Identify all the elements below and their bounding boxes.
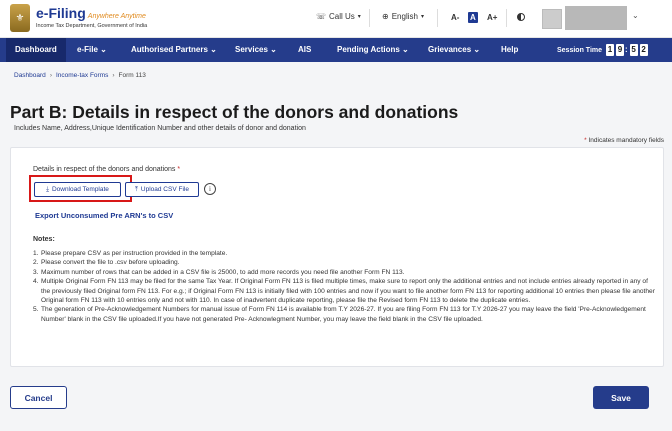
logo-tagline: Anywhere Anytime [87, 13, 146, 21]
breadcrumb-dashboard[interactable]: Dashboard [14, 72, 46, 79]
nav-grievances[interactable]: Grievances ⌄ [428, 38, 480, 62]
breadcrumb-current: Form 113 [118, 72, 146, 79]
language-menu[interactable]: ⊕ English ▾ [382, 12, 424, 21]
list-item: 2. Please convert the file to .csv before… [33, 259, 180, 267]
call-us-label: Call Us [329, 12, 355, 21]
field-label: Details in respect of the donors and don… [33, 166, 181, 173]
nav-services[interactable]: Services ⌄ [235, 38, 277, 62]
upload-csv-button[interactable]: ⤒ Upload CSV File [125, 182, 199, 197]
chevron-down-icon: ▾ [420, 14, 424, 20]
session-digit: 9 [615, 44, 624, 56]
session-digit: 2 [639, 44, 648, 56]
divider [369, 9, 370, 27]
efiling-logo[interactable]: ⚜ e-Filing Anywhere Anytime Income Tax De… [10, 4, 147, 32]
list-item: 3. Maximum number of rows that can be add… [33, 268, 405, 276]
nav-pending-actions[interactable]: Pending Actions ⌄ [337, 38, 409, 62]
session-digit: 5 [629, 44, 638, 56]
save-button[interactable]: Save [593, 386, 649, 409]
emblem-icon: ⚜ [10, 4, 30, 32]
session-label: Session Time [557, 47, 603, 54]
avatar[interactable] [542, 9, 562, 29]
notes-title: Notes: [33, 236, 55, 243]
nav-efile[interactable]: e-File ⌄ [77, 38, 107, 62]
chevron-down-icon: ▾ [357, 14, 361, 20]
page-title: Part B: Details in respect of the donors… [10, 102, 459, 122]
chevron-right-icon: › [112, 72, 115, 79]
call-us-menu[interactable]: ☏ Call Us ▾ [316, 12, 361, 21]
divider [437, 9, 438, 27]
export-pre-arn-link[interactable]: Export Unconsumed Pre ARN's to CSV [35, 211, 173, 220]
nav-dashboard[interactable]: Dashboard [6, 38, 66, 62]
nav-ais[interactable]: AIS [298, 38, 311, 62]
font-decrease-button[interactable]: A- [451, 13, 459, 22]
info-icon[interactable]: i [204, 183, 216, 195]
globe-icon: ⊕ [382, 12, 389, 21]
breadcrumb-income-tax-forms[interactable]: Income-tax Forms [56, 72, 108, 79]
nav-help[interactable]: Help [501, 38, 518, 62]
download-template-button[interactable]: ⤓ Download Template [34, 182, 121, 197]
session-digit: 1 [605, 44, 614, 56]
font-increase-button[interactable]: A+ [487, 13, 497, 22]
nav-authorised-partners[interactable]: Authorised Partners ⌄ [131, 38, 217, 62]
logo-subtitle: Income Tax Department, Government of Ind… [36, 23, 148, 30]
list-item: 1. Please prepare CSV as per instruction … [33, 250, 228, 257]
mandatory-note: * Indicates mandatory fields [584, 137, 664, 144]
divider [506, 9, 507, 27]
download-icon: ⤓ [46, 185, 49, 193]
top-header: ⚜ e-Filing Anywhere Anytime Income Tax De… [0, 0, 672, 38]
logo-main-text: e-Filing [36, 5, 86, 22]
download-template-label: Download Template [51, 186, 109, 193]
upload-icon: ⤒ [135, 185, 138, 193]
list-item: 4. Multiple Original Form FN 113 may be f… [33, 278, 655, 305]
notes-list: 1. Please prepare CSV as per instruction … [33, 249, 657, 324]
chevron-down-icon[interactable]: ⌄ [632, 11, 639, 20]
breadcrumb: Dashboard › Income-tax Forms › Form 113 [14, 72, 146, 79]
font-normal-button[interactable]: A [468, 12, 478, 23]
list-item: 5. The generation of Pre-Acknowledgement … [33, 306, 646, 323]
chevron-right-icon: › [49, 72, 52, 79]
upload-csv-label: Upload CSV File [140, 186, 189, 193]
language-label: English [391, 12, 418, 21]
main-nav: Dashboard e-File ⌄ Authorised Partners ⌄… [0, 38, 672, 62]
page-subtitle: Includes Name, Address,Unique Identifica… [14, 125, 306, 132]
upload-card: Details in respect of the donors and don… [10, 147, 664, 367]
phone-icon: ☏ [316, 12, 327, 21]
cancel-button[interactable]: Cancel [10, 386, 67, 409]
session-timer: Session Time 19:52 [557, 44, 648, 56]
contrast-icon[interactable] [517, 13, 525, 21]
user-name-redacted[interactable] [565, 6, 627, 30]
